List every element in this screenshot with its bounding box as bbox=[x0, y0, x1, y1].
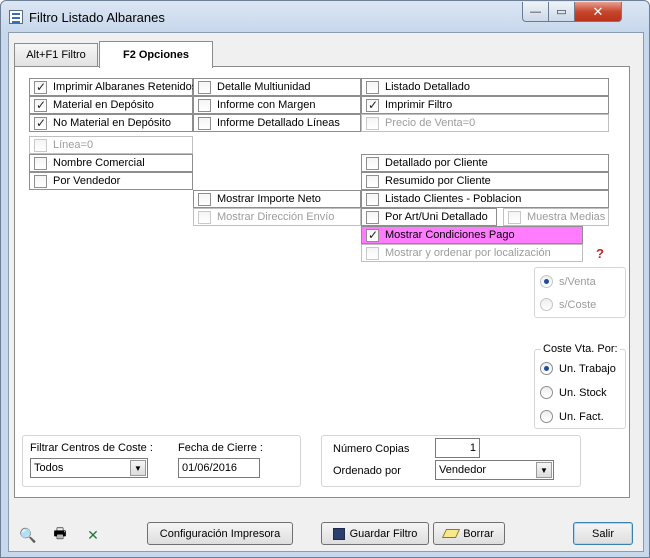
checkbox-icon bbox=[198, 80, 211, 94]
checkbox-icon bbox=[198, 116, 211, 130]
salir-button[interactable]: Salir bbox=[573, 522, 633, 545]
chevron-down-icon[interactable]: ▼ bbox=[536, 462, 552, 478]
checkbox-icon bbox=[34, 116, 47, 130]
check-listado-clientes-poblacion[interactable]: Listado Clientes - Poblacion bbox=[361, 190, 609, 208]
radio-un-fact[interactable]: Un. Fact. bbox=[540, 410, 604, 423]
save-icon bbox=[332, 527, 345, 540]
window: Filtro Listado Albaranes — ▭ ✕ Alt+F1 Fi… bbox=[0, 0, 650, 558]
checkbox-icon bbox=[508, 210, 521, 224]
check-informe-margen[interactable]: Informe con Margen bbox=[193, 96, 361, 114]
radio-s-coste[interactable]: s/Coste bbox=[540, 298, 596, 311]
check-resumido-cliente[interactable]: Resumido por Cliente bbox=[361, 172, 609, 190]
tab-opciones[interactable]: F2 Opciones bbox=[99, 41, 213, 68]
check-detallado-cliente[interactable]: Detallado por Cliente bbox=[361, 154, 609, 172]
maximize-button[interactable]: ▭ bbox=[548, 2, 575, 22]
checkbox-icon bbox=[366, 80, 379, 94]
radio-icon bbox=[540, 275, 553, 288]
checkbox-icon bbox=[366, 174, 379, 188]
check-mostrar-condiciones-pago[interactable]: Mostrar Condiciones Pago bbox=[361, 226, 583, 244]
check-informe-detallado-lineas[interactable]: Informe Detallado Líneas bbox=[193, 114, 361, 132]
check-muestra-medias[interactable]: Muestra Medias bbox=[503, 208, 609, 226]
chevron-down-icon[interactable]: ▼ bbox=[130, 460, 146, 476]
fecha-cierre-label: Fecha de Cierre : bbox=[178, 442, 263, 454]
checkbox-icon bbox=[198, 210, 211, 224]
checkbox-icon bbox=[34, 98, 47, 112]
checkbox-icon bbox=[366, 228, 379, 242]
radio-un-trabajo[interactable]: Un. Trabajo bbox=[540, 362, 616, 375]
check-detalle-multiunidad[interactable]: Detalle Multiunidad bbox=[193, 78, 361, 96]
coste-vta-group: Coste Vta. Por: Un. Trabajo Un. Stock Un… bbox=[534, 343, 626, 429]
options-panel: Imprimir Albaranes Retenidos Material en… bbox=[14, 66, 630, 498]
checkbox-icon bbox=[198, 98, 211, 112]
centros-coste-label: Filtrar Centros de Coste : bbox=[30, 442, 153, 454]
excel-icon[interactable]: ✕ bbox=[83, 525, 103, 545]
check-por-art-uni-detallado[interactable]: Por Art/Uni Detallado bbox=[361, 208, 497, 226]
check-imprimir-albaranes-retenidos[interactable]: Imprimir Albaranes Retenidos bbox=[29, 78, 197, 96]
check-no-material-deposito[interactable]: No Material en Depósito bbox=[29, 114, 193, 132]
ordenado-por-label: Ordenado por bbox=[333, 465, 401, 477]
checkbox-icon bbox=[366, 98, 379, 112]
radio-icon bbox=[540, 298, 553, 311]
radio-un-stock[interactable]: Un. Stock bbox=[540, 386, 607, 399]
checkbox-icon bbox=[366, 116, 379, 130]
checkbox-icon bbox=[366, 210, 379, 224]
title-bar[interactable]: Filtro Listado Albaranes — ▭ ✕ bbox=[1, 1, 649, 33]
check-imprimir-filtro[interactable]: Imprimir Filtro bbox=[361, 96, 609, 114]
help-icon[interactable]: ? bbox=[589, 244, 611, 262]
radio-icon bbox=[540, 386, 553, 399]
ordenado-por-select[interactable]: Vendedor ▼ bbox=[435, 460, 554, 480]
check-listado-detallado[interactable]: Listado Detallado bbox=[361, 78, 609, 96]
configuracion-impresora-button[interactable]: Configuración Impresora bbox=[147, 522, 293, 545]
minimize-button[interactable]: — bbox=[522, 2, 549, 22]
check-mostrar-importe-neto[interactable]: Mostrar Importe Neto bbox=[193, 190, 361, 208]
radio-icon bbox=[540, 410, 553, 423]
guardar-filtro-button[interactable]: Guardar Filtro bbox=[321, 522, 429, 545]
check-material-deposito[interactable]: Material en Depósito bbox=[29, 96, 193, 114]
check-precio-venta-cero[interactable]: Precio de Venta=0 bbox=[361, 114, 609, 132]
venta-coste-group: s/Venta s/Coste bbox=[534, 267, 626, 318]
window-title: Filtro Listado Albaranes bbox=[29, 10, 165, 25]
numero-copias-label: Número Copias bbox=[333, 443, 410, 455]
borrar-button[interactable]: Borrar bbox=[433, 522, 505, 545]
print-icon[interactable]: 🖶 bbox=[50, 525, 70, 545]
copias-group: Número Copias 1 Ordenado por Vendedor ▼ bbox=[321, 435, 581, 487]
radio-s-venta[interactable]: s/Venta bbox=[540, 275, 596, 288]
app-icon bbox=[9, 10, 23, 24]
checkbox-icon bbox=[366, 156, 379, 170]
check-nombre-comercial[interactable]: Nombre Comercial bbox=[29, 154, 193, 172]
checkbox-icon bbox=[198, 192, 211, 206]
checkbox-icon bbox=[34, 156, 47, 170]
check-mostrar-ordenar-localizacion[interactable]: Mostrar y ordenar por localización bbox=[361, 244, 583, 262]
numero-copias-input[interactable]: 1 bbox=[435, 438, 480, 458]
close-button[interactable]: ✕ bbox=[574, 2, 622, 22]
coste-vta-title: Coste Vta. Por: bbox=[541, 343, 620, 355]
check-mostrar-direccion-envio[interactable]: Mostrar Dirección Envío bbox=[193, 208, 361, 226]
filtros-group: Filtrar Centros de Coste : Todos ▼ Fecha… bbox=[22, 435, 301, 487]
tab-filtro[interactable]: Alt+F1 Filtro bbox=[14, 43, 98, 66]
client-area: Alt+F1 Filtro F2 Opciones Imprimir Albar… bbox=[8, 32, 644, 552]
checkbox-icon bbox=[366, 192, 379, 206]
check-linea-cero[interactable]: Línea=0 bbox=[29, 136, 193, 154]
checkbox-icon bbox=[34, 80, 47, 94]
eraser-icon bbox=[442, 529, 461, 538]
preview-icon[interactable]: 🔍 bbox=[18, 525, 38, 545]
checkbox-icon bbox=[366, 246, 379, 260]
checkbox-icon bbox=[34, 174, 47, 188]
checkbox-icon bbox=[34, 138, 47, 152]
radio-icon bbox=[540, 362, 553, 375]
centros-coste-select[interactable]: Todos ▼ bbox=[30, 458, 148, 478]
fecha-cierre-input[interactable]: 01/06/2016 bbox=[178, 458, 260, 478]
check-por-vendedor[interactable]: Por Vendedor bbox=[29, 172, 193, 190]
